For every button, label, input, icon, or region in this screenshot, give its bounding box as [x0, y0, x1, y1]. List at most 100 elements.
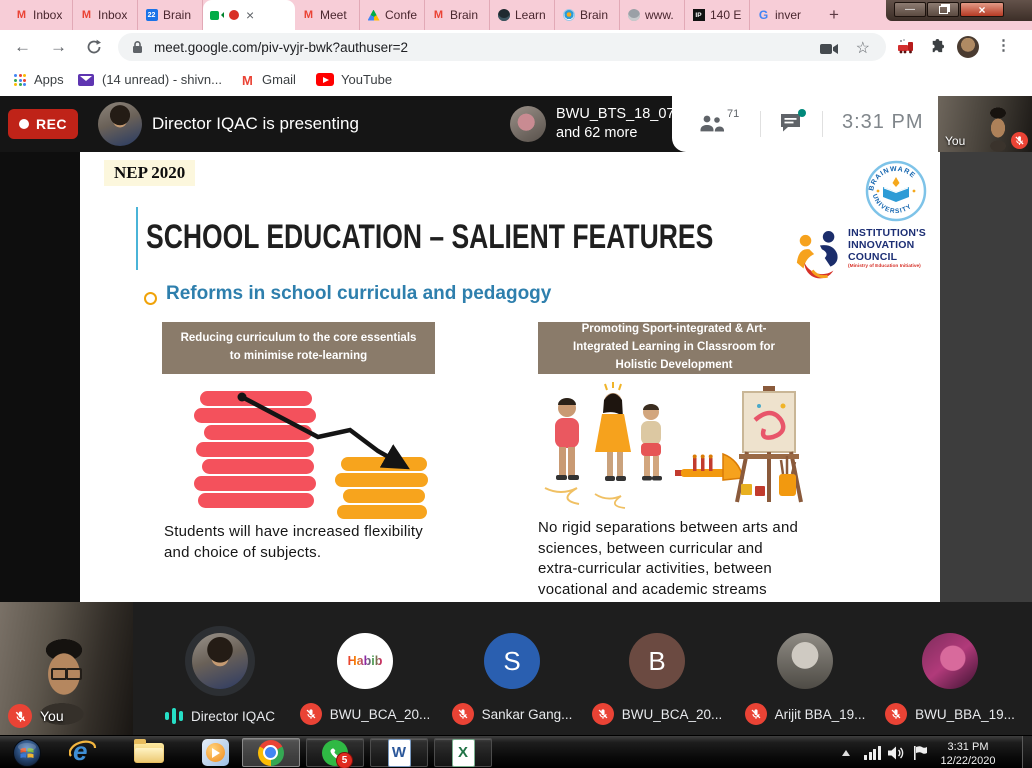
- chrome-taskbar-button[interactable]: [242, 738, 300, 767]
- word-taskbar-button[interactable]: W: [370, 738, 428, 767]
- divider: [822, 111, 823, 137]
- presentation-slide: NEP 2020 SCHOOL EDUCATION – SALIENT FEAT…: [80, 152, 940, 602]
- tab-label: Brain: [580, 8, 608, 22]
- pinned-participant-avatar[interactable]: [510, 106, 546, 142]
- participant-count: 71: [727, 108, 739, 120]
- tab-label: Confe: [385, 8, 417, 22]
- network-signal-icon[interactable]: [864, 746, 881, 760]
- tab-inbox-1[interactable]: M Inbox: [8, 0, 73, 30]
- gmail-icon: M: [302, 9, 315, 22]
- bookmark-gmail[interactable]: Gmail: [262, 72, 296, 87]
- action-center-flag-icon[interactable]: [913, 745, 927, 766]
- participants-people-icon[interactable]: [698, 113, 724, 138]
- participant-tile-sankar[interactable]: S Sankar Gang...: [440, 602, 584, 735]
- volume-icon[interactable]: [888, 746, 904, 765]
- tab-invert[interactable]: G inver: [750, 0, 815, 30]
- tab-meet-active[interactable]: ×: [203, 0, 295, 30]
- show-desktop-button[interactable]: [1022, 736, 1032, 768]
- participant-avatar: [922, 633, 978, 689]
- gmail-icon: M: [432, 9, 445, 22]
- back-button[interactable]: ←: [14, 37, 31, 57]
- participant-avatar: S: [484, 633, 540, 689]
- drive-icon: [368, 10, 380, 21]
- tab-label: Brain: [450, 8, 478, 22]
- gmail-icon: M: [80, 9, 93, 22]
- address-bar[interactable]: meet.google.com/piv-vyjr-bwk?authuser=2 …: [118, 33, 886, 61]
- participant-tile-bca1[interactable]: Habib BWU_BCA_20...: [293, 602, 437, 735]
- callout-box-left: Reducing curriculum to the core essentia…: [162, 322, 435, 374]
- extensions-puzzle-icon[interactable]: [928, 38, 945, 60]
- tab-www[interactable]: www.: [620, 0, 685, 30]
- tab-label: Inbox: [98, 8, 127, 22]
- train-extension-icon[interactable]: [897, 39, 914, 59]
- tab-brainware[interactable]: Brain: [555, 0, 620, 30]
- participant-avatar: Habib: [337, 633, 393, 689]
- participant-tile-bba[interactable]: BWU_BBA_19...: [878, 602, 1022, 735]
- tray-hidden-icons-arrow[interactable]: [842, 750, 850, 756]
- chat-icon[interactable]: [780, 113, 802, 138]
- globe-icon: [628, 9, 640, 21]
- tab-conference[interactable]: Confe: [360, 0, 425, 30]
- window-controls: — ×: [886, 0, 1032, 21]
- participant-tile-bca2[interactable]: B BWU_BCA_20...: [585, 602, 729, 735]
- tab-meet-2[interactable]: M Meet: [295, 0, 360, 30]
- whatsapp-taskbar-button[interactable]: 5: [306, 738, 364, 767]
- excel-taskbar-button[interactable]: X: [434, 738, 492, 767]
- tab-learn[interactable]: Learn: [490, 0, 555, 30]
- easel: [737, 386, 801, 502]
- tab-calendar[interactable]: 22 Brain: [138, 0, 203, 30]
- new-tab-button[interactable]: +: [822, 3, 846, 27]
- restore-button[interactable]: [927, 2, 959, 17]
- reload-button[interactable]: [86, 39, 102, 60]
- camera-icon[interactable]: [820, 42, 838, 60]
- taskbar-clock[interactable]: 3:31 PM 12/22/2020: [930, 740, 1006, 768]
- start-button[interactable]: [2, 738, 52, 767]
- close-window-button[interactable]: ×: [960, 2, 1004, 17]
- participant-tile-director[interactable]: Director IQAC: [148, 602, 292, 735]
- ip-icon: IP: [693, 9, 705, 21]
- gmail-icon: M: [15, 9, 28, 22]
- minimize-button[interactable]: —: [894, 2, 926, 17]
- youtube-icon: [316, 73, 334, 86]
- browser-toolbar: ← → meet.google.com/piv-vyjr-bwk?authuse…: [0, 30, 1032, 64]
- tab-label: inver: [775, 8, 801, 22]
- profile-avatar[interactable]: [957, 36, 979, 58]
- bookmark-youtube[interactable]: YouTube: [341, 72, 392, 87]
- brainware-university-logo: BRAINWARE UNIVERSITY: [865, 160, 927, 222]
- browser-tab-strip: M Inbox M Inbox 22 Brain × M Meet: [0, 0, 1032, 30]
- participant-avatar: B: [629, 633, 685, 689]
- self-video-tile[interactable]: You: [0, 602, 133, 735]
- caption-left: Students will have increased flexibility…: [164, 522, 429, 563]
- self-video-thumbnail[interactable]: You: [938, 96, 1032, 152]
- caption-right: No rigid separations between arts and sc…: [538, 518, 800, 601]
- bookmark-unread-mail[interactable]: (14 unread) - shivn...: [102, 72, 222, 87]
- forward-button[interactable]: →: [50, 37, 67, 57]
- iic-text-sub: (Ministry of Education Initiative): [848, 264, 926, 269]
- close-tab-icon[interactable]: ×: [246, 8, 254, 22]
- gmail-icon: M: [242, 73, 253, 88]
- bookmark-apps[interactable]: Apps: [34, 72, 64, 87]
- tab-inbox-2[interactable]: M Inbox: [73, 0, 138, 30]
- windows-taskbar: e 5 W X: [0, 735, 1032, 768]
- presenting-text: Director IQAC is presenting: [152, 114, 359, 134]
- people-figures: [545, 382, 662, 508]
- mic-muted-icon: [592, 703, 614, 725]
- rec-dot-icon: [19, 119, 29, 129]
- url-text: meet.google.com/piv-vyjr-bwk?authuser=2: [154, 40, 408, 55]
- tab-brain-mail[interactable]: M Brain: [425, 0, 490, 30]
- participant-tile-arijit[interactable]: Arijit BBA_19...: [733, 602, 877, 735]
- stage-left-backdrop: [0, 152, 80, 602]
- rec-label: REC: [36, 116, 67, 132]
- bullet-ring-icon: [144, 292, 157, 305]
- tab-label: Brain: [163, 8, 191, 22]
- internet-explorer-icon: e: [69, 739, 97, 767]
- bookmark-star-icon[interactable]: ☆: [856, 38, 870, 58]
- participant-avatar: [777, 633, 833, 689]
- chrome-menu-kebab-icon[interactable]: ⋮: [996, 36, 1011, 54]
- internet-explorer-button[interactable]: e: [54, 738, 112, 767]
- tab-label: Inbox: [33, 8, 62, 22]
- file-explorer-button[interactable]: [120, 738, 178, 767]
- trumpet: [675, 454, 743, 480]
- tab-140[interactable]: IP 140 E: [685, 0, 750, 30]
- media-player-button[interactable]: [186, 738, 244, 767]
